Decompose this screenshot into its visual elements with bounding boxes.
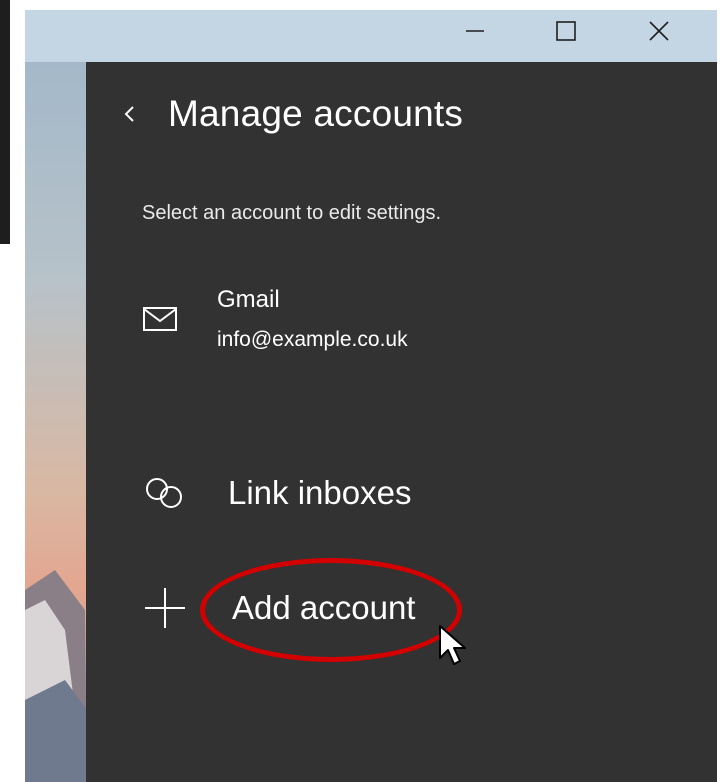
manage-accounts-pane: Manage accounts Select an account to edi… [86, 62, 717, 782]
plus-icon [145, 588, 185, 628]
background-window-edge [0, 0, 10, 244]
close-button[interactable] [636, 10, 682, 52]
link-inboxes-label: Link inboxes [228, 474, 412, 511]
link-icon [146, 478, 182, 508]
account-item-gmail[interactable]: Gmail info@example.co.uk [142, 284, 562, 358]
window-titlebar [25, 10, 717, 62]
maximize-button[interactable] [543, 10, 589, 52]
close-icon [649, 21, 669, 41]
chevron-left-icon [124, 106, 134, 122]
add-account-label: Add account [232, 589, 416, 626]
minimize-button[interactable] [452, 10, 498, 52]
add-account-button[interactable]: Add account [142, 578, 562, 638]
pane-header: Manage accounts [110, 84, 463, 144]
minimize-icon [466, 30, 484, 32]
pane-subtitle: Select an account to edit settings. [142, 202, 442, 224]
maximize-icon [556, 21, 576, 41]
link-inboxes-button[interactable]: Link inboxes [142, 463, 562, 523]
page-title: Manage accounts [168, 93, 464, 134]
mail-icon [143, 307, 177, 331]
account-name: Gmail [217, 286, 280, 313]
account-email: info@example.co.uk [217, 328, 408, 351]
back-button[interactable] [110, 89, 150, 139]
